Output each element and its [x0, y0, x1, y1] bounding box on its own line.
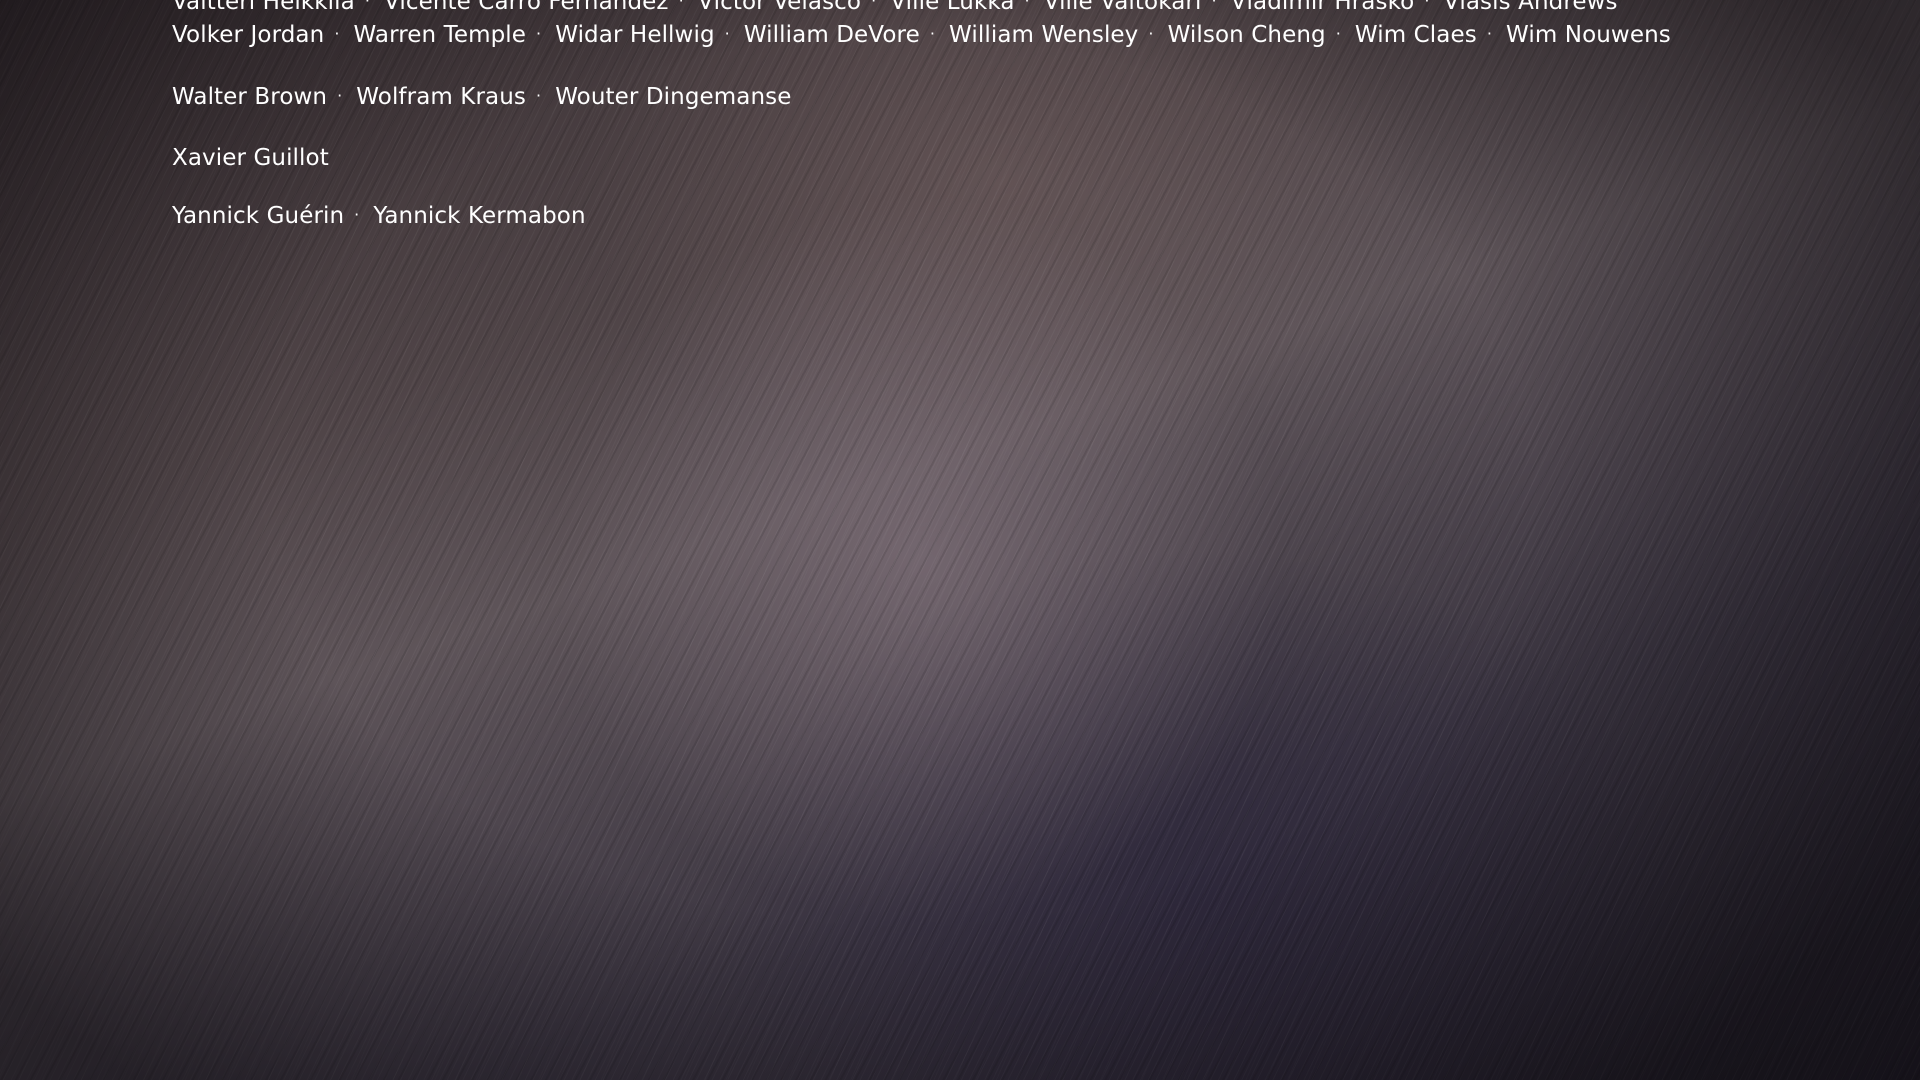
credit-separator: ·: [1486, 24, 1493, 43]
credit-separator: ·: [1024, 0, 1030, 10]
credit-name: Wolfram Kraus: [356, 84, 526, 110]
credit-name: Yannick Kermabon: [373, 203, 586, 229]
credit-separator: ·: [334, 24, 340, 43]
credit-name: Walter Brown: [172, 84, 328, 110]
credit-name: Warren Temple: [353, 22, 527, 48]
credit-name: Ville Valtokari: [1043, 0, 1202, 15]
credit-separator: ·: [536, 86, 542, 105]
credit-separator: ·: [364, 0, 371, 10]
credit-name: Wilson Cheng: [1167, 22, 1326, 48]
credit-separator: ·: [1211, 0, 1217, 10]
credit-name: Wim Claes: [1354, 22, 1477, 48]
credits-row: Xavier Guillot: [172, 141, 329, 175]
credit-name: Volker Jordan: [172, 22, 325, 48]
credit-separator: ·: [1335, 24, 1341, 43]
credit-name: William Wensley: [949, 22, 1139, 48]
credit-name: Vlasis Andrews: [1443, 0, 1618, 15]
credit-separator: ·: [337, 86, 343, 105]
credits-row: Walter Brown · Wolfram Kraus · Wouter Dingem…: [172, 79, 792, 114]
credit-name: Víctor Velasco: [697, 0, 862, 15]
credit-separator: ·: [724, 24, 730, 43]
credit-separator: ·: [678, 0, 684, 10]
credit-name: Yannick Guérin: [172, 203, 345, 229]
credit-name: Xavier Guillot: [172, 145, 329, 171]
credits-row: Volker Jordan · Warren Temple · Widar Hellwi…: [172, 17, 1671, 52]
credit-separator: ·: [871, 0, 877, 10]
credit-name: Ville Lukka: [890, 0, 1015, 15]
credit-separator: ·: [354, 205, 360, 224]
credit-separator: ·: [1424, 0, 1430, 10]
credit-name: Valtteri Heikkilä: [172, 0, 355, 15]
credit-name: William DeVore: [743, 22, 920, 48]
credit-separator: ·: [1148, 24, 1154, 43]
credit-name: Vladimir Hraško: [1230, 0, 1415, 15]
credit-separator: ·: [929, 24, 936, 43]
credit-name: Wim Nouwens: [1506, 22, 1671, 48]
credit-name: Wouter Dingemanse: [555, 84, 792, 110]
credit-separator: ·: [536, 24, 542, 43]
credits-row: Yannick Guérin · Yannick Kermabon: [172, 198, 586, 233]
credit-name: Widar Hellwig: [555, 22, 715, 48]
credit-name: Vicente Carro Fernández: [384, 0, 669, 15]
